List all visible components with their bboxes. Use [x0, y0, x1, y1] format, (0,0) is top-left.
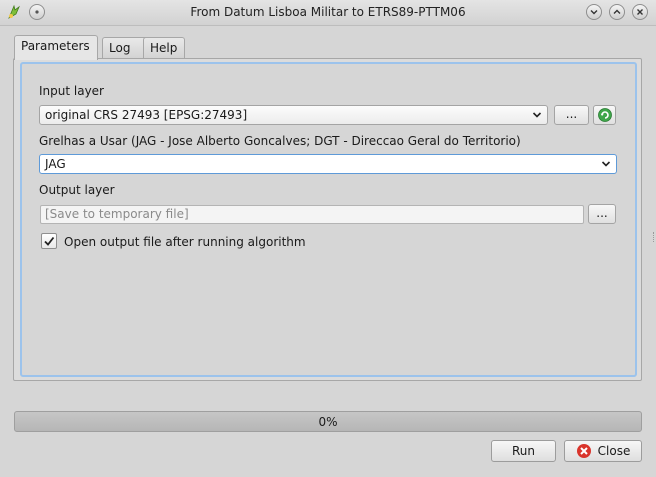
close-x-icon — [637, 9, 643, 15]
progress-bar: 0% — [14, 411, 642, 432]
tab-parameters[interactable]: Parameters — [14, 35, 98, 60]
output-layer-browse-button[interactable]: ... — [588, 204, 616, 224]
progress-text: 0% — [318, 415, 338, 429]
minimize-button[interactable] — [586, 4, 602, 20]
chevron-down-icon — [590, 10, 598, 15]
output-layer-placeholder: [Save to temporary file] — [45, 207, 189, 221]
tab-help-label: Help — [150, 41, 178, 55]
grids-label: Grelhas a Usar (JAG - Jose Alberto Gonca… — [39, 134, 521, 148]
chevron-down-icon — [532, 112, 542, 118]
green-refresh-icon — [597, 108, 612, 122]
input-layer-combo[interactable]: original CRS 27493 [EPSG:27493] — [39, 105, 548, 125]
output-layer-input[interactable]: [Save to temporary file] — [40, 205, 584, 224]
input-layer-label: Input layer — [39, 84, 104, 98]
tab-parameters-label: Parameters — [21, 39, 90, 53]
output-layer-label: Output layer — [39, 183, 115, 197]
output-layer-browse-label: ... — [596, 206, 608, 220]
input-layer-value: original CRS 27493 [EPSG:27493] — [45, 108, 248, 122]
input-layer-browse-button[interactable]: ... — [554, 105, 589, 125]
window-titlebar[interactable]: From Datum Lisboa Militar to ETRS89-PTTM… — [0, 0, 656, 26]
iterate-button[interactable] — [593, 105, 616, 125]
parameters-panel: Input layer original CRS 27493 [EPSG:274… — [13, 58, 642, 381]
window-close-button[interactable] — [632, 4, 648, 20]
close-button[interactable]: Close — [564, 440, 642, 462]
maximize-button[interactable] — [609, 4, 625, 20]
chevron-down-icon — [601, 161, 611, 167]
tab-log-label: Log — [109, 41, 131, 55]
grids-value: JAG — [45, 157, 66, 171]
tab-help[interactable]: Help — [143, 37, 185, 58]
open-output-label: Open output file after running algorithm — [64, 235, 306, 249]
chevron-up-icon — [613, 9, 621, 14]
open-output-checkbox[interactable] — [41, 233, 57, 249]
red-close-circle-icon — [576, 444, 591, 458]
window-title: From Datum Lisboa Militar to ETRS89-PTTM… — [190, 5, 466, 19]
run-button-label: Run — [511, 444, 535, 458]
parameters-scroll-area[interactable]: Input layer original CRS 27493 [EPSG:274… — [20, 62, 637, 377]
run-button[interactable]: Run — [491, 440, 556, 462]
close-button-label: Close — [597, 444, 631, 458]
checkmark-icon — [44, 236, 55, 246]
grids-combo[interactable]: JAG — [39, 154, 617, 174]
input-layer-browse-label: ... — [565, 107, 578, 121]
